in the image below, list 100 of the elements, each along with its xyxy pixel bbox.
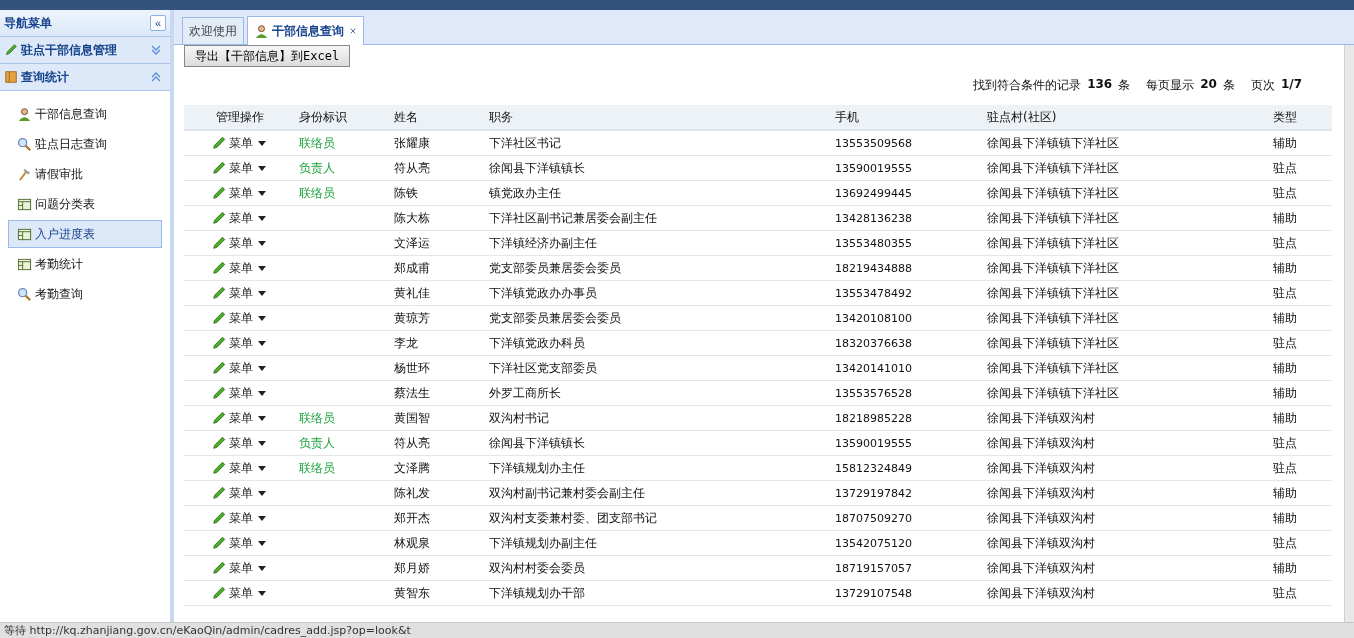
pencil-icon [212,161,226,175]
menu-button[interactable]: 菜单 [212,584,266,602]
table-icon [17,226,32,242]
pencil-icon [212,511,226,525]
caret-icon [258,465,266,471]
menu-button[interactable]: 菜单 [212,359,266,377]
menu-button[interactable]: 菜单 [212,209,266,227]
caret-icon [258,590,266,596]
table-cell: 驻点 [1273,585,1297,600]
close-icon[interactable] [349,27,357,35]
table-cell: 辅助 [1273,210,1297,225]
caret-icon [258,440,266,446]
table-cell: 下洋镇规划办干部 [489,585,585,600]
role-text: 负责人 [299,435,335,450]
table-cell: 徐闻县下洋镇镇长 [489,435,585,450]
table-cell: 辅助 [1273,310,1297,325]
tab[interactable]: 欢迎使用 [182,17,244,44]
menu-button[interactable]: 菜单 [212,409,266,427]
nav-item[interactable]: 干部信息查询 [8,100,162,128]
menu-button[interactable]: 菜单 [212,309,266,327]
table-cell: 下洋镇经济办副主任 [489,235,597,250]
table-cell: 13553576528 [835,387,912,400]
table-cell: 陈大栋 [394,210,430,225]
nav-item[interactable]: 问题分类表 [8,190,162,218]
menu-button[interactable]: 菜单 [212,259,266,277]
summary-label: 找到符合条件的记录 [973,77,1082,94]
group-title: 驻点干部信息管理 [21,41,118,59]
menu-button[interactable]: 菜单 [212,459,266,477]
table-cell: 辅助 [1273,510,1297,525]
search-icon [17,286,32,302]
table-cell: 黄琼芳 [394,310,430,325]
table-cell: 辅助 [1273,385,1297,400]
pencil-icon [212,486,226,500]
table-cell: 驻点 [1273,435,1297,450]
table-cell: 徐闻县下洋镇双沟村 [987,585,1095,600]
table-cell: 辅助 [1273,360,1297,375]
role-text: 联络员 [299,460,335,475]
menu-button[interactable]: 菜单 [212,284,266,302]
table-cell: 13542075120 [835,537,912,550]
caret-icon [258,565,266,571]
menu-button[interactable]: 菜单 [212,234,266,252]
unit-label: 条 [1118,77,1131,94]
menu-button[interactable]: 菜单 [212,334,266,352]
role-text: 联络员 [299,410,335,425]
menu-button[interactable]: 菜单 [212,384,266,402]
menu-button[interactable]: 菜单 [212,184,266,202]
table-cell: 徐闻县下洋镇镇长 [489,160,585,175]
menu-button[interactable]: 菜单 [212,484,266,502]
scrollbar[interactable] [1344,45,1354,622]
table-cell: 18719157057 [835,562,912,575]
group-title: 查询统计 [21,68,70,86]
table-cell: 下洋镇规划办副主任 [489,535,597,550]
caret-icon [258,240,266,246]
table-cell: 驻点 [1273,335,1297,350]
table-cell: 徐闻县下洋镇镇下洋社区 [987,385,1119,400]
table-cell: 徐闻县下洋镇镇下洋社区 [987,135,1119,150]
caret-icon [258,390,266,396]
collapse-button[interactable]: « [150,15,166,31]
table-cell: 李龙 [394,335,418,350]
table-cell: 徐闻县下洋镇双沟村 [987,510,1095,525]
menu-button[interactable]: 菜单 [212,509,266,527]
pencil-icon [212,236,226,250]
table-cell: 徐闻县下洋镇镇下洋社区 [987,285,1119,300]
table-cell: 郑月娇 [394,560,430,575]
nav-item[interactable]: 考勤查询 [8,280,162,308]
nav-item[interactable]: 请假审批 [8,160,162,188]
table-cell: 13553480355 [835,237,912,250]
pencil-icon [212,336,226,350]
table-cell: 13553478492 [835,287,912,300]
table-cell: 徐闻县下洋镇镇下洋社区 [987,310,1119,325]
nav-item[interactable]: 入户进度表 [8,220,162,248]
column-header: 管理操作 [215,108,265,126]
table-cell: 镇党政办主任 [489,185,561,200]
table-cell: 黄智东 [394,585,430,600]
table-cell: 文泽运 [394,235,430,250]
accordion-header[interactable]: 查询统计 [0,64,170,91]
menu-button[interactable]: 菜单 [212,534,266,552]
role-text: 联络员 [299,135,335,150]
nav-item[interactable]: 考勤统计 [8,250,162,278]
table-cell: 下洋社区副书记兼居委会副主任 [489,210,657,225]
pencil-icon [212,286,226,300]
menu-button[interactable]: 菜单 [212,559,266,577]
person-icon [17,106,32,122]
tab[interactable]: 干部信息查询 [247,16,364,45]
menu-button[interactable]: 菜单 [212,434,266,452]
search-icon [17,136,32,152]
menu-button[interactable]: 菜单 [212,134,266,152]
nav-item[interactable]: 驻点日志查询 [8,130,162,158]
accordion-header[interactable]: 驻点干部信息管理 [0,37,170,64]
table-cell: 驻点 [1273,160,1297,175]
table-cell: 徐闻县下洋镇镇下洋社区 [987,335,1119,350]
table-cell: 张耀康 [394,135,430,150]
status-text: 等待 http://kq.zhanjiang.gov.cn/eKaoQin/admin/cadres_add.jsp?op=look&t [4,623,411,638]
summary-label: 页次 [1250,77,1275,94]
summary-label: 每页显示 [1146,77,1195,94]
role-text: 联络员 [299,185,335,200]
pencil-icon [212,561,226,575]
export-button[interactable]: 导出【干部信息】到Excel [184,45,351,67]
caret-icon [258,190,266,196]
menu-button[interactable]: 菜单 [212,159,266,177]
